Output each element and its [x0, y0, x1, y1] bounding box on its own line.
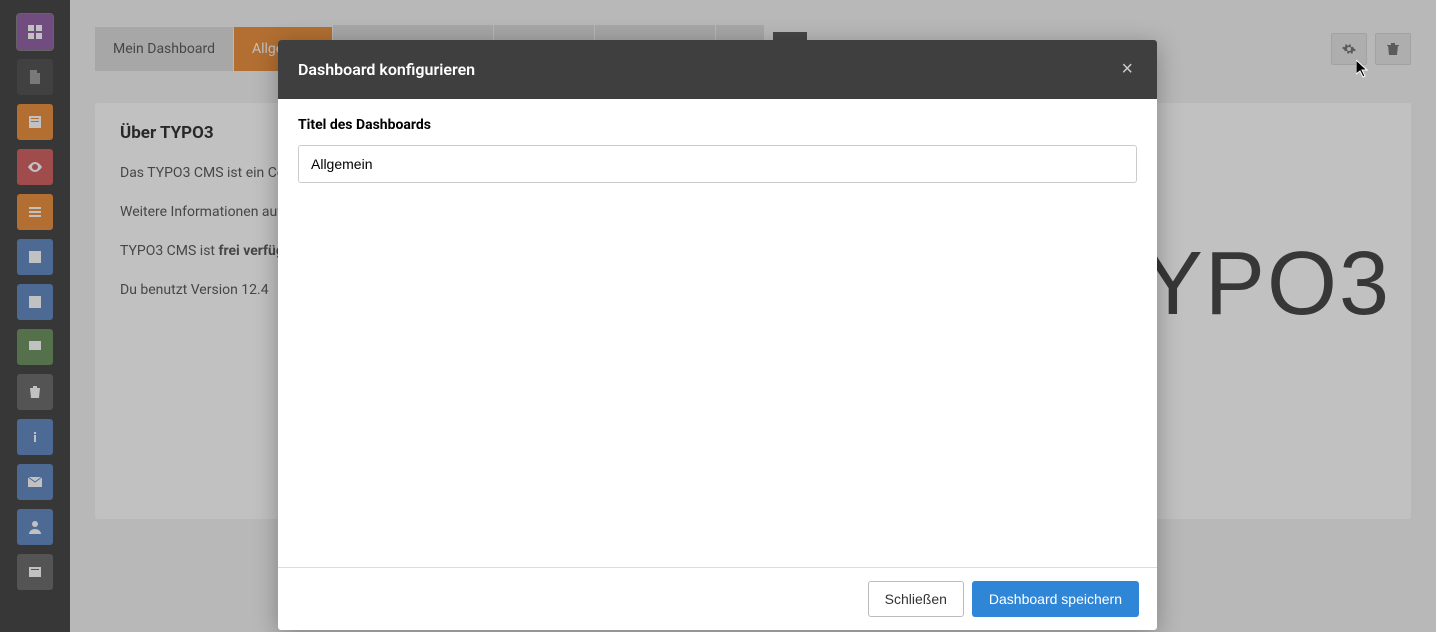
- dashboard-title-input[interactable]: [298, 145, 1137, 183]
- modal-title: Dashboard konfigurieren: [298, 60, 475, 79]
- close-button[interactable]: Schließen: [868, 581, 964, 617]
- modal-close-button[interactable]: ×: [1117, 58, 1137, 81]
- modal-footer: Schließen Dashboard speichern: [278, 567, 1157, 630]
- save-dashboard-button[interactable]: Dashboard speichern: [972, 581, 1139, 617]
- modal-header: Dashboard konfigurieren ×: [278, 40, 1157, 99]
- dashboard-title-label: Titel des Dashboards: [298, 117, 1137, 133]
- configure-dashboard-modal: Dashboard konfigurieren × Titel des Dash…: [278, 40, 1157, 630]
- modal-body: Titel des Dashboards: [278, 99, 1157, 567]
